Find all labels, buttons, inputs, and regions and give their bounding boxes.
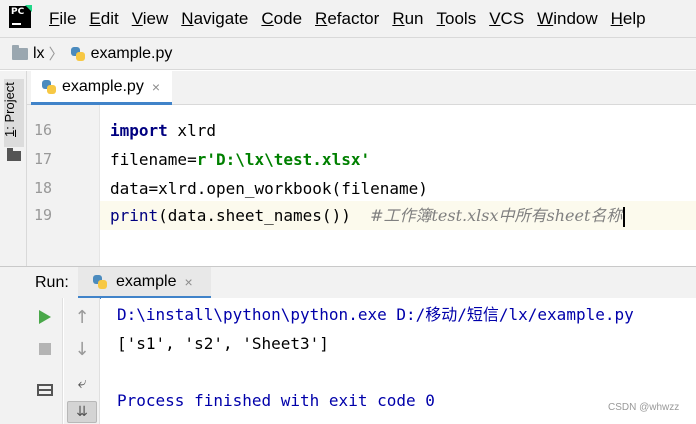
run-panel-header: Run: example × xyxy=(0,266,696,299)
code-line[interactable]: 18 data=xlrd.open_workbook(filename) xyxy=(0,174,669,203)
code-rest: (data.sheet_names()) xyxy=(158,206,371,225)
builtin: print xyxy=(110,206,159,225)
menu-mnemonic: W xyxy=(537,8,554,28)
console-line: Process finished with exit code 0 xyxy=(117,391,435,410)
menu-label: ode xyxy=(273,8,303,28)
menu-mnemonic: V xyxy=(131,8,143,28)
console-line: D:\install\python\python.exe D:/移动/短信/lx… xyxy=(117,305,634,324)
code-part: filename= xyxy=(110,150,197,169)
keyword: import xyxy=(110,121,168,140)
menu-label: indow xyxy=(553,8,598,28)
menu-code[interactable]: Code xyxy=(261,9,302,29)
menu-help[interactable]: Help xyxy=(611,9,646,29)
menu-label: dit xyxy=(100,8,119,28)
menu-mnemonic: H xyxy=(610,8,623,28)
scroll-up-button[interactable]: ↑ xyxy=(72,306,92,328)
soft-wrap-icon: ⤶ xyxy=(77,373,87,392)
menu-label: CS xyxy=(500,8,525,28)
scroll-to-end-button[interactable]: ⇊ xyxy=(67,401,97,423)
run-panel-title: Run: xyxy=(35,274,69,291)
console-line: ['s1', 's2', 'Sheet3'] xyxy=(117,334,329,353)
menu-file[interactable]: File xyxy=(49,9,76,29)
pycharm-logo-icon: PC xyxy=(9,6,31,28)
string-literal: r'D:\lx\test.xlsx' xyxy=(196,150,371,169)
menu-mnemonic: C xyxy=(261,8,274,28)
rerun-button[interactable] xyxy=(35,307,55,327)
scroll-to-end-icon: ⇊ xyxy=(76,404,88,420)
code-text: filename=r'D:\lx\test.xlsx' xyxy=(110,145,370,174)
menu-mnemonic: N xyxy=(181,8,194,28)
menu-mnemonic: T xyxy=(436,8,446,28)
line-number: 18 xyxy=(34,179,53,197)
python-file-icon xyxy=(92,274,108,290)
arrow-up-icon: ↑ xyxy=(74,306,90,328)
code-text: data=xlrd.open_workbook(filename) xyxy=(110,179,428,198)
tab-example-py[interactable]: example.py × xyxy=(31,71,172,105)
layout-icon xyxy=(37,384,53,396)
editor-empty-area[interactable] xyxy=(27,233,696,266)
breadcrumb-project[interactable]: lx xyxy=(33,45,45,63)
menu-label: ile xyxy=(59,8,77,28)
editor-gutter-empty xyxy=(27,233,100,266)
menu-label: avigate xyxy=(193,8,249,28)
menu-mnemonic: F xyxy=(49,8,60,28)
run-tab-example[interactable]: example × xyxy=(78,267,211,299)
menu-tools[interactable]: Tools xyxy=(437,9,477,29)
arrow-down-icon: ↓ xyxy=(74,338,90,360)
console-output[interactable]: D:\install\python\python.exe D:/移动/短信/lx… xyxy=(101,298,696,424)
watermark: CSDN @whwzz xyxy=(608,402,680,413)
stop-icon xyxy=(39,343,51,355)
menu-navigate[interactable]: Navigate xyxy=(181,9,248,29)
menu-edit[interactable]: Edit xyxy=(89,9,118,29)
menu-run[interactable]: Run xyxy=(392,9,423,29)
line-number: 16 xyxy=(34,121,53,139)
run-tab-label: example xyxy=(116,272,177,290)
menu-mnemonic: V xyxy=(489,8,501,28)
line-number: 19 xyxy=(34,206,53,224)
scroll-down-button[interactable]: ↓ xyxy=(72,338,92,360)
editor-tab-bar: example.py × xyxy=(27,71,696,105)
python-file-icon xyxy=(70,46,86,62)
stop-button[interactable] xyxy=(35,339,55,359)
breadcrumb: lx 〉 example.py xyxy=(0,37,696,70)
close-icon[interactable]: × xyxy=(184,274,192,290)
code-text: import xlrd xyxy=(110,116,216,145)
breadcrumb-file[interactable]: example.py xyxy=(91,45,173,63)
menu-label: ools xyxy=(445,8,477,28)
menu-mnemonic: R xyxy=(315,8,328,28)
menu-vcs[interactable]: VCS xyxy=(489,9,524,29)
code-line[interactable]: 16 import xlrd xyxy=(0,116,669,145)
python-file-icon xyxy=(41,79,57,95)
menu-mnemonic: R xyxy=(392,8,405,28)
run-toolbar-right: ↑ ↓ ⤶ ⇊ xyxy=(64,298,100,424)
run-icon xyxy=(39,310,51,324)
menu-label: efactor xyxy=(327,8,380,28)
menu-bar: PC File Edit View Navigate Code Refactor… xyxy=(0,0,696,37)
tab-label: example.py xyxy=(62,77,144,95)
text-caret xyxy=(623,206,626,227)
left-tool-strip-bottom xyxy=(0,298,27,424)
close-icon[interactable]: × xyxy=(152,79,160,95)
menu-label: un xyxy=(404,8,424,28)
layout-button[interactable] xyxy=(35,380,55,400)
run-toolbar-left xyxy=(27,298,63,424)
comment: #工作簿test.xlsx中所有sheet名称 xyxy=(370,206,623,225)
code-rest: xlrd xyxy=(167,121,216,140)
menu-label: iew xyxy=(142,8,169,28)
menu-view[interactable]: View xyxy=(132,9,169,29)
chevron-right-icon: 〉 xyxy=(48,46,64,63)
menu-label: elp xyxy=(622,8,646,28)
menu-mnemonic: E xyxy=(89,8,101,28)
code-text: print(data.sheet_names()) #工作簿test.xlsx中… xyxy=(110,201,626,230)
menu-items: File Edit View Navigate Code Refactor Ru… xyxy=(49,0,659,37)
code-line[interactable]: 17 filename=r'D:\lx\test.xlsx' xyxy=(0,145,669,174)
menu-window[interactable]: Window xyxy=(537,9,597,29)
logo-text: PC xyxy=(11,7,25,17)
menu-refactor[interactable]: Refactor xyxy=(315,9,379,29)
soft-wrap-button[interactable]: ⤶ xyxy=(72,373,92,393)
line-number: 17 xyxy=(34,150,53,168)
code-line[interactable]: 19 print(data.sheet_names()) #工作簿test.xl… xyxy=(0,201,669,230)
folder-icon xyxy=(12,44,28,60)
